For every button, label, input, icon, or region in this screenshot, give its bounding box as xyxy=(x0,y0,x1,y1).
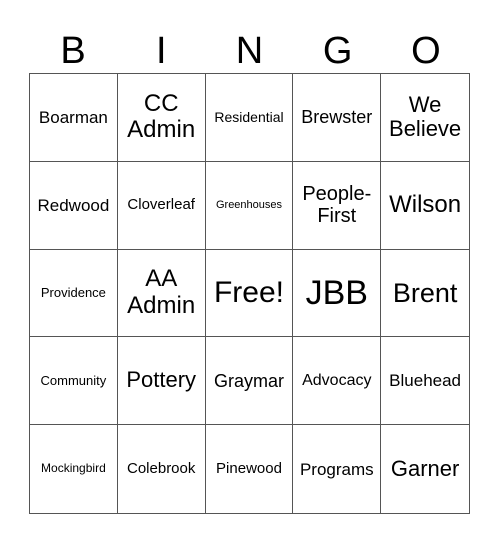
free-space-cell[interactable]: Free! xyxy=(205,249,294,338)
bingo-cell[interactable]: We Believe xyxy=(381,74,469,162)
bingo-cell[interactable]: Bluehead xyxy=(381,337,469,426)
bingo-cell[interactable]: Providence xyxy=(30,249,118,338)
bingo-cell[interactable]: AA Admin xyxy=(117,249,206,338)
bingo-cell[interactable]: Residential xyxy=(205,74,294,162)
bingo-cell[interactable]: Cloverleaf xyxy=(117,161,206,250)
bingo-cell[interactable]: Programs xyxy=(293,425,382,513)
header-letter-b: B xyxy=(60,30,86,72)
bingo-cell[interactable]: Wilson xyxy=(381,162,469,250)
header-letter-g: G xyxy=(322,30,353,72)
header-letter-o: O xyxy=(411,30,441,72)
bingo-cell[interactable]: Advocacy xyxy=(293,337,382,426)
bingo-cell[interactable]: Boarman xyxy=(30,74,118,162)
bingo-header: B I N G O xyxy=(29,28,470,74)
bingo-cell[interactable]: Brent xyxy=(381,250,469,338)
bingo-cell[interactable]: Pinewood xyxy=(206,425,294,513)
bingo-cell[interactable]: Greenhouses xyxy=(205,161,294,250)
bingo-cell[interactable]: Graymar xyxy=(205,337,294,426)
bingo-cell[interactable]: Colebrook xyxy=(118,425,206,513)
bingo-cell[interactable]: CC Admin xyxy=(117,74,206,162)
bingo-cell[interactable]: Brewster xyxy=(293,74,382,162)
bingo-cell[interactable]: Redwood xyxy=(30,161,118,250)
bingo-cell[interactable]: Garner xyxy=(381,425,469,513)
bingo-cell[interactable]: JBB xyxy=(293,249,382,338)
bingo-cell[interactable]: Community xyxy=(30,337,118,426)
header-letter-i: I xyxy=(156,30,167,72)
bingo-cell[interactable]: People-First xyxy=(293,161,382,250)
header-letter-n: N xyxy=(235,30,264,72)
bingo-grid: Boarman CC Admin Residential Brewster We… xyxy=(29,73,470,514)
bingo-cell[interactable]: Pottery xyxy=(117,337,206,426)
bingo-cell[interactable]: Mockingbird xyxy=(30,425,118,513)
